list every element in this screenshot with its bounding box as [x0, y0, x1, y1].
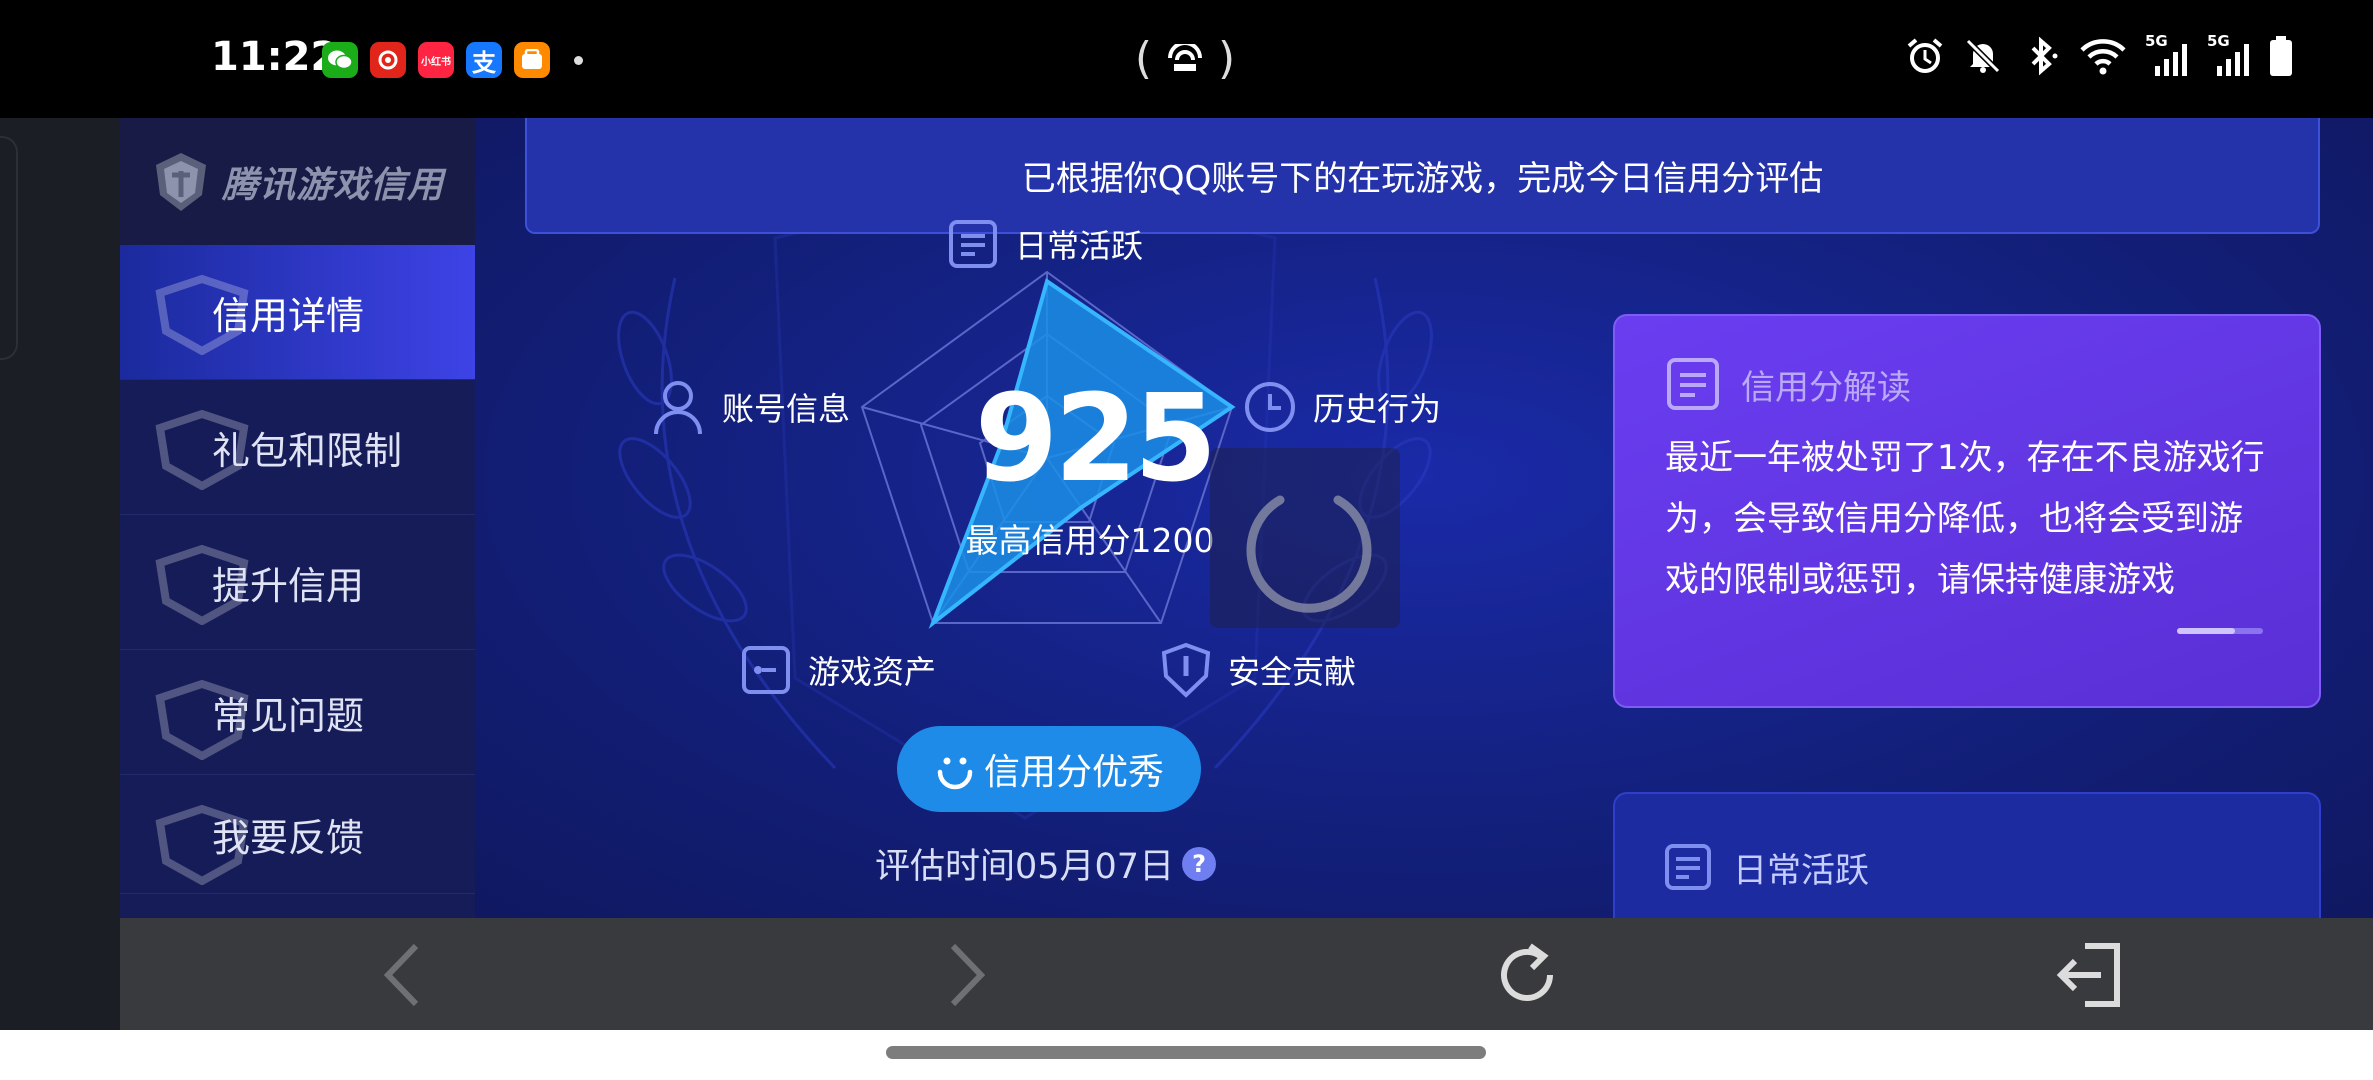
gesture-area	[0, 1030, 2373, 1080]
edge-panel	[0, 118, 120, 1030]
exit-button[interactable]	[2055, 940, 2125, 1010]
axis-game-assets: 游戏资产	[740, 644, 936, 696]
home-indicator[interactable]	[886, 1046, 1486, 1059]
hotspot-icon	[1168, 44, 1202, 71]
sidebar-item-gifts-restrictions[interactable]: 礼包和限制	[120, 380, 475, 515]
document-icon	[1667, 358, 1719, 410]
interpretation-text: 最近一年被处罚了1次，存在不良游戏行为，会导致信用分降低，也将会受到游戏的限制或…	[1665, 438, 2265, 600]
tencent-credit-logo-icon	[156, 152, 206, 211]
sidebar-item-faq[interactable]: 常见问题	[120, 650, 475, 775]
main-content: 已根据你QQ账号下的在玩游戏，完成今日信用分评估 日常活跃 历史行为 安全贡献 …	[475, 118, 2373, 918]
mute-icon	[1965, 38, 2001, 74]
chevron-left-icon	[383, 943, 419, 1007]
signal-2-icon: 5G	[2207, 32, 2251, 76]
browser-toolbar	[120, 918, 2373, 1030]
alarm-icon	[1907, 38, 1943, 73]
exit-icon	[2056, 943, 2120, 1007]
axis-daily-active: 日常活跃	[947, 218, 1143, 270]
alipay-icon: 支	[466, 42, 502, 78]
app-red-icon	[370, 42, 406, 78]
card-title: 日常活跃	[1663, 842, 1869, 892]
xiaohongshu-icon: 小红书	[418, 42, 454, 78]
sidebar-item-label: 礼包和限制	[212, 428, 403, 473]
system-status-icons: 5G 5G	[1905, 32, 2293, 76]
wechat-icon	[322, 42, 358, 78]
sidebar-item-improve-credit[interactable]: 提升信用	[120, 515, 475, 650]
wallet-icon	[742, 646, 790, 694]
battery-icon	[2270, 36, 2292, 76]
hotspot-indicator: ( )	[1134, 32, 1236, 84]
evaluation-time: 评估时间05月07日 ?	[875, 838, 1217, 889]
document-icon	[949, 220, 997, 268]
card-pagination-indicator	[2177, 628, 2263, 634]
brand-name: 腾讯游戏信用	[222, 164, 445, 206]
credit-interpretation-card: 信用分解读 最近一年被处罚了1次，存在不良游戏行为，会导致信用分降低，也将会受到…	[1613, 314, 2321, 708]
sidebar: 腾讯游戏信用 信用详情 礼包和限制 提升信用 常见问题 我要反馈	[120, 118, 475, 918]
taobao-icon	[514, 42, 550, 78]
status-time: 11:22	[211, 34, 339, 80]
sidebar-item-feedback[interactable]: 我要反馈	[120, 775, 475, 894]
signal-1-icon: 5G	[2145, 32, 2189, 76]
refresh-button[interactable]	[1492, 940, 1562, 1010]
daily-active-card[interactable]: 日常活跃	[1613, 792, 2321, 918]
loading-overlay	[1210, 448, 1400, 628]
bluetooth-icon	[2031, 36, 2058, 76]
person-icon	[654, 381, 702, 435]
card-title: 信用分解读	[1665, 356, 1911, 412]
status-bar: 11:22 小红书 支 ( ) 5G 5G	[0, 0, 2373, 118]
more-notifications-dot	[574, 55, 583, 65]
back-button[interactable]	[367, 940, 437, 1010]
loading-spinner-icon	[1246, 495, 1372, 613]
axis-account-info: 账号信息	[650, 376, 850, 438]
brand-header: 腾讯游戏信用	[120, 118, 475, 245]
notification-icons: 小红书 支	[322, 42, 583, 78]
credit-grade-button[interactable]: 信用分优秀	[897, 726, 1201, 812]
forward-button[interactable]	[932, 940, 1002, 1010]
smile-icon	[937, 757, 973, 790]
document-icon	[1665, 844, 1711, 890]
refresh-icon	[1501, 943, 1553, 1001]
axis-security-contribution: 安全贡献	[1160, 642, 1356, 698]
credit-grade-label: 信用分优秀	[983, 752, 1164, 793]
wifi-icon	[2080, 39, 2126, 75]
sidebar-item-label: 提升信用	[212, 563, 365, 608]
chevron-right-icon	[950, 943, 986, 1007]
help-icon[interactable]: ?	[1182, 846, 1217, 881]
sidebar-item-label: 常见问题	[212, 693, 365, 738]
sidebar-item-label: 我要反馈	[212, 815, 365, 860]
shield-icon	[1161, 642, 1211, 698]
sidebar-item-label: 信用详情	[212, 293, 365, 338]
sidebar-item-credit-details[interactable]: 信用详情	[120, 245, 475, 380]
axis-history-behavior: 历史行为	[1243, 380, 1441, 434]
edge-panel-handle[interactable]	[0, 136, 18, 360]
